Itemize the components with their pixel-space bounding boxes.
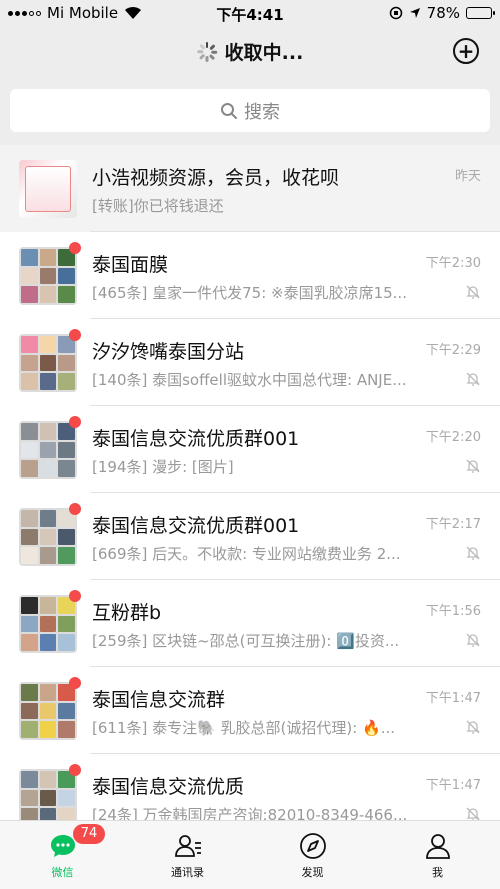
- nav-title-wrap: 收取中...: [0, 38, 500, 65]
- chat-time: 下午1:47: [425, 778, 481, 793]
- chat-name: 泰国信息交流群: [92, 689, 226, 711]
- chat-list: 小浩视频资源，会员，收花呗 昨天 [转账]你已将钱退还 泰国面膜 下午2:30 …: [0, 145, 500, 841]
- chat-preview: [259条] 区块链~邵总(可互换注册): 0️⃣投资...: [92, 632, 400, 650]
- search-input[interactable]: 搜索: [10, 89, 490, 132]
- chat-name: 汐汐馋嘴泰国分站: [92, 341, 245, 363]
- tab-me[interactable]: 我: [375, 821, 500, 889]
- avatar: [19, 160, 77, 218]
- mute-bell-icon: [466, 285, 480, 299]
- add-button[interactable]: +: [453, 38, 479, 64]
- chat-name: 泰国面膜: [92, 254, 169, 276]
- chat-time: 下午2:17: [425, 517, 481, 532]
- chat-name: 小浩视频资源，会员，收花呗: [92, 167, 340, 189]
- mute-bell-icon: [466, 546, 480, 560]
- chat-row[interactable]: 泰国面膜 下午2:30 [465条] 皇家一件代发75: ※泰国乳胶凉席15..…: [0, 232, 500, 319]
- unread-dot: [69, 242, 81, 254]
- search-placeholder: 搜索: [244, 101, 280, 123]
- chat-name: 泰国信息交流优质群001: [92, 428, 300, 450]
- unread-dot: [69, 416, 81, 428]
- group-avatar: [19, 508, 77, 566]
- location-icon: [409, 8, 420, 18]
- unread-dot: [69, 329, 81, 341]
- unread-dot: [69, 503, 81, 515]
- chat-row[interactable]: 互粉群b 下午1:56 [259条] 区块链~邵总(可互换注册): 0️⃣投资.…: [0, 580, 500, 667]
- chat-preview: [转账]你已将钱退还: [92, 197, 224, 215]
- tab-label: 微信: [51, 866, 74, 879]
- battery-icon: [466, 7, 495, 19]
- unread-dot: [69, 764, 81, 776]
- unread-count-badge: 74: [73, 824, 105, 844]
- chat-row[interactable]: 泰国信息交流群 下午1:47 [611条] 泰专注🐘 乳胶总部(诚招代理): 🔥…: [0, 667, 500, 754]
- chat-time: 下午2:30: [425, 256, 481, 271]
- chat-time: 昨天: [454, 169, 481, 184]
- chat-name: 泰国信息交流优质: [92, 776, 245, 798]
- tab-label: 通讯录: [171, 866, 204, 879]
- contacts-icon: [174, 835, 201, 857]
- status-right: 78%: [389, 4, 495, 22]
- search-icon: [221, 102, 237, 119]
- chat-preview: [194条] 漫步: [图片]: [92, 458, 234, 476]
- tab-label: 我: [432, 866, 443, 879]
- unread-dot: [69, 590, 81, 602]
- plus-icon: +: [457, 39, 475, 63]
- nav-bar: 收取中... +: [0, 26, 500, 76]
- loading-spinner-icon: [196, 41, 217, 62]
- chat-time: 下午2:20: [425, 430, 481, 445]
- person-icon: [425, 834, 450, 859]
- chat-preview: [669条] 后天。不收款: 专业网站缴费业务 2...: [92, 545, 401, 563]
- chat-preview: [465条] 皇家一件代发75: ※泰国乳胶凉席15...: [92, 284, 407, 302]
- rotation-lock-icon: [389, 6, 402, 20]
- group-avatar: [19, 595, 77, 653]
- group-avatar: [19, 769, 77, 827]
- tab-contacts[interactable]: 通讯录: [125, 821, 250, 889]
- tab-label: 发现: [301, 866, 324, 879]
- group-avatar: [19, 247, 77, 305]
- chat-time: 下午1:47: [425, 691, 481, 706]
- chat-row[interactable]: 汐汐馋嘴泰国分站 下午2:29 [140条] 泰国soffell驱蚊水中国总代理…: [0, 319, 500, 406]
- page-title: 收取中...: [224, 42, 304, 64]
- chat-time: 下午1:56: [425, 604, 481, 619]
- chat-preview: [611条] 泰专注🐘 乳胶总部(诚招代理): 🔥...: [92, 719, 396, 737]
- chat-name: 泰国信息交流优质群001: [92, 515, 300, 537]
- group-avatar: [19, 334, 77, 392]
- unread-dot: [69, 677, 81, 689]
- mute-bell-icon: [466, 459, 480, 473]
- group-avatar: [19, 421, 77, 479]
- tab-bar: 微信 74 通讯录 发现 我: [0, 820, 500, 889]
- compass-icon: [299, 833, 326, 859]
- chat-preview: [140条] 泰国soffell驱蚊水中国总代理: ANJE...: [92, 371, 407, 389]
- chat-row[interactable]: 小浩视频资源，会员，收花呗 昨天 [转账]你已将钱退还: [0, 145, 500, 232]
- mute-bell-icon: [466, 633, 480, 647]
- mute-bell-icon: [466, 372, 480, 386]
- mute-bell-icon: [466, 720, 480, 734]
- chat-row[interactable]: 泰国信息交流优质群001 下午2:20 [194条] 漫步: [图片]: [0, 406, 500, 493]
- group-avatar: [19, 682, 77, 740]
- battery-percent: 78%: [426, 4, 460, 22]
- status-bar: Mi Mobile 下午4:41 78%: [0, 0, 500, 26]
- tab-discover[interactable]: 发现: [250, 821, 375, 889]
- chat-name: 互粉群b: [92, 602, 162, 624]
- chat-row[interactable]: 泰国信息交流优质群001 下午2:17 [669条] 后天。不收款: 专业网站缴…: [0, 493, 500, 580]
- chat-time: 下午2:29: [425, 343, 481, 358]
- tab-chats[interactable]: 微信 74: [0, 821, 125, 889]
